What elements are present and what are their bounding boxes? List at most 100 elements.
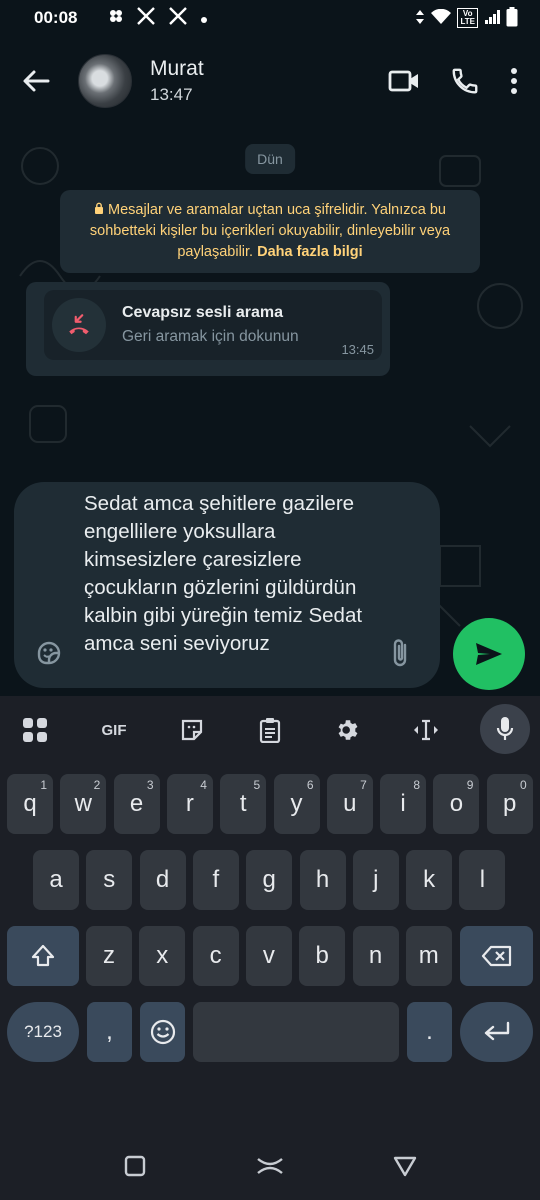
- missed-call-message[interactable]: Cevapsız sesli arama Geri aramak için do…: [26, 282, 390, 376]
- backspace-icon: [481, 945, 511, 967]
- missed-call-subtitle: Geri aramak için dokunun: [122, 328, 299, 345]
- key[interactable]: u7: [326, 774, 373, 834]
- key[interactable]: h: [299, 850, 346, 910]
- back-button[interactable]: [16, 61, 56, 101]
- cursor-move-icon: [414, 719, 438, 741]
- comma-key[interactable]: ,: [87, 1002, 132, 1062]
- home-button[interactable]: [250, 1146, 290, 1186]
- settings-button[interactable]: [328, 710, 368, 750]
- key-number-hint: 0: [520, 778, 527, 792]
- key-number-hint: 2: [93, 778, 101, 792]
- learn-more-link[interactable]: Daha fazla bilgi: [257, 244, 363, 260]
- voice-input-button[interactable]: [480, 704, 530, 754]
- triangle-back-icon: [393, 1156, 417, 1177]
- shift-arrow-icon: [31, 944, 55, 967]
- key-label: q: [23, 790, 37, 817]
- square-icon: [124, 1155, 146, 1177]
- key-number-hint: 6: [306, 778, 314, 792]
- recents-button[interactable]: [115, 1146, 155, 1186]
- volte-icon: Vo LTE: [457, 8, 478, 28]
- attach-button[interactable]: [384, 636, 418, 670]
- key-label: u: [343, 790, 357, 817]
- key[interactable]: s: [86, 850, 133, 910]
- fan-icon: [108, 8, 124, 29]
- key[interactable]: o9: [433, 774, 480, 834]
- key[interactable]: t5: [220, 774, 267, 834]
- apps-grid-button[interactable]: [15, 710, 55, 750]
- avatar[interactable]: [78, 54, 132, 108]
- video-camera-icon: [388, 70, 418, 92]
- key[interactable]: y6: [273, 774, 320, 834]
- symbols-key[interactable]: ?123: [7, 1002, 79, 1062]
- message-input[interactable]: Sedat amca şehitlere gazilere engelliler…: [84, 490, 384, 658]
- backspace-key[interactable]: [460, 926, 533, 986]
- key[interactable]: q1: [7, 774, 53, 834]
- sticker-keyboard-button[interactable]: [172, 710, 212, 750]
- key[interactable]: i8: [380, 774, 427, 834]
- message-time: 13:45: [341, 342, 374, 357]
- key[interactable]: z: [86, 926, 132, 986]
- key[interactable]: a: [33, 850, 79, 910]
- key-label: w: [74, 790, 92, 817]
- home-gesture-icon: [257, 1158, 283, 1174]
- key[interactable]: e3: [113, 774, 160, 834]
- key[interactable]: v: [245, 926, 292, 986]
- key[interactable]: l: [459, 850, 506, 910]
- microphone-icon: [496, 717, 514, 740]
- video-call-button[interactable]: [388, 69, 420, 93]
- key-label: y: [290, 790, 303, 817]
- missed-call-icon: [69, 314, 89, 335]
- smiley-icon: [150, 1019, 175, 1045]
- contact-info[interactable]: Murat 13:47: [150, 57, 204, 105]
- date-chip: Dün: [245, 144, 295, 174]
- key[interactable]: d: [139, 850, 186, 910]
- missed-call-card[interactable]: Cevapsız sesli arama Geri aramak için do…: [44, 290, 382, 360]
- key-label: p: [503, 790, 517, 817]
- sticker-square-icon: [181, 719, 203, 741]
- status-time: 00:08: [34, 8, 78, 27]
- message-composer: Sedat amca şehitlere gazilere engelliler…: [14, 482, 440, 688]
- key[interactable]: g: [246, 850, 293, 910]
- emoji-key[interactable]: [140, 1002, 185, 1062]
- contact-name: Murat: [150, 57, 204, 80]
- gif-button[interactable]: GIF: [94, 710, 134, 750]
- paperclip-icon: [393, 639, 407, 667]
- data-arrows-icon: [415, 9, 425, 28]
- arrow-left-icon: [23, 70, 50, 92]
- key[interactable]: f: [192, 850, 239, 910]
- key[interactable]: n: [352, 926, 399, 986]
- shift-key[interactable]: [7, 926, 79, 986]
- enter-key[interactable]: [460, 1002, 533, 1062]
- missed-call-texts: Cevapsız sesli arama Geri aramak için do…: [122, 304, 299, 346]
- key[interactable]: k: [406, 850, 453, 910]
- x-app-icon: [168, 6, 188, 30]
- keyboard-toolbar: GIF: [0, 696, 540, 762]
- key[interactable]: b: [299, 926, 346, 986]
- key[interactable]: m: [405, 926, 452, 986]
- system-icons: Vo LTE: [415, 6, 518, 30]
- key[interactable]: x: [139, 926, 186, 986]
- clipboard-button[interactable]: [250, 710, 290, 750]
- more-options-button[interactable]: [510, 67, 518, 95]
- sticker-button[interactable]: [32, 636, 66, 670]
- key-number-hint: 8: [413, 778, 421, 792]
- key-number-hint: 1: [40, 778, 47, 792]
- gear-icon: [338, 720, 358, 740]
- key[interactable]: w2: [60, 774, 107, 834]
- key[interactable]: c: [192, 926, 239, 986]
- encryption-notice[interactable]: Mesajlar ve aramalar uçtan uca şifrelidi…: [60, 190, 480, 273]
- voice-call-button[interactable]: [450, 66, 480, 96]
- back-nav-button[interactable]: [385, 1146, 425, 1186]
- space-key[interactable]: [193, 1002, 399, 1062]
- key[interactable]: p0: [486, 774, 533, 834]
- key-label: o: [449, 790, 464, 817]
- key[interactable]: j: [352, 850, 399, 910]
- apps-grid-icon: [23, 718, 47, 742]
- period-key[interactable]: .: [407, 1002, 452, 1062]
- key[interactable]: r4: [166, 774, 213, 834]
- send-button[interactable]: [453, 618, 525, 690]
- clipboard-icon: [259, 718, 281, 743]
- keyboard: GIF q1w2e3r4t5y6u7i8o9p0 asdfghjkl zxcvb…: [0, 696, 540, 1090]
- text-cursor-button[interactable]: [406, 710, 446, 750]
- contact-last-seen: 13:47: [150, 85, 193, 104]
